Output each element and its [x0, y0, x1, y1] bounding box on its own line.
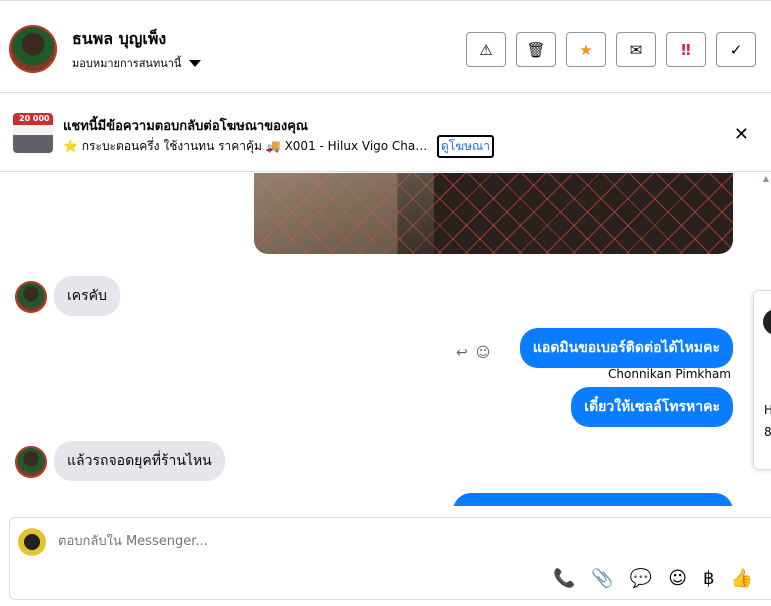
view-ad-link[interactable]: ดูโฆษณา — [437, 135, 494, 158]
sender-name: Chonnikan Pimkham — [608, 367, 731, 381]
customer-avatar[interactable] — [9, 25, 57, 73]
mark-done-button[interactable]: ✓ — [716, 32, 756, 67]
outgoing-message-partial[interactable] — [453, 493, 733, 506]
assign-label: มอบหมายการสนทนานี้ — [72, 57, 182, 70]
card-text-2: 8 — [764, 425, 771, 439]
customer-info-card[interactable]: H 8 — [753, 290, 771, 470]
saved-reply-icon[interactable]: 💬 — [630, 568, 652, 589]
like-icon[interactable]: 👍 — [730, 568, 752, 589]
customer-avatar-small[interactable] — [15, 446, 47, 478]
star-button[interactable]: ★ — [566, 32, 606, 67]
card-avatar — [763, 309, 771, 335]
page-avatar — [18, 528, 46, 556]
shared-photo[interactable] — [254, 173, 733, 254]
outgoing-message[interactable]: แอดมินขอเบอร์ติดต่อได้ไหมคะ — [519, 328, 733, 368]
star-icon: ★ — [579, 40, 593, 59]
incoming-message[interactable]: แล้วรถจอดยุคที่ร้านไหน — [54, 441, 225, 481]
close-icon[interactable]: ✕ — [734, 124, 749, 145]
reply-input[interactable] — [58, 534, 458, 549]
outgoing-message[interactable]: เดี๋ยวให้เซลล์โทรหาคะ — [571, 387, 733, 427]
assign-conversation-dropdown[interactable]: มอบหมายการสนทนานี้ — [72, 54, 202, 72]
checkmark-icon: ✓ — [729, 40, 743, 59]
reply-icon[interactable]: ↩ — [456, 345, 468, 361]
ad-description: ⭐ กระบะตอนครึ่ง ใช้งานทน ราคาคุ้ม 🚚 X001… — [63, 137, 431, 156]
card-text-1: H — [764, 403, 771, 417]
ad-thumbnail-price: 20 000 — [19, 114, 50, 123]
payment-icon[interactable]: ฿ — [703, 568, 714, 589]
customer-name[interactable]: ธนพล บุญเพ็ง — [72, 27, 166, 52]
ad-description-text: กระบะตอนครึ่ง ใช้งานทน ราคาคุ้ม — [81, 139, 262, 153]
scroll-up-arrow-icon[interactable]: ▲ — [763, 174, 769, 183]
emoji-icon[interactable]: ☺ — [668, 568, 687, 589]
star-emoji-icon: ⭐ — [63, 139, 78, 153]
react-emoji-icon[interactable]: ☺ — [476, 345, 491, 361]
conversation-header: ธนพล บุญเพ็ง มอบหมายการสนทนานี้ ⚠ 🗑 ★ ✉ … — [0, 0, 771, 93]
delete-button[interactable]: 🗑 — [516, 32, 556, 67]
mark-important-button[interactable]: ‼ — [666, 32, 706, 67]
customer-avatar-small[interactable] — [15, 281, 47, 313]
conversation-actions: ⚠ 🗑 ★ ✉ ‼ ✓ — [466, 32, 756, 67]
caret-down-icon — [189, 59, 202, 67]
ad-thumbnail[interactable]: 20 000 — [13, 113, 53, 153]
ad-description-line: ⭐ กระบะตอนครึ่ง ใช้งานทน ราคาคุ้ม 🚚 X001… — [63, 135, 494, 158]
ad-reply-banner: 20 000 แชทนี้มีข้อความตอบกลับต่อโฆษณาของ… — [0, 94, 771, 172]
mark-unread-button[interactable]: ✉ — [616, 32, 656, 67]
reply-composer: 📞 📎 💬 ☺ ฿ 👍 — [9, 517, 771, 600]
call-icon[interactable]: 📞 — [553, 568, 575, 589]
ad-banner-title: แชทนี้มีข้อความตอบกลับต่อโฆษณาของคุณ — [63, 119, 308, 134]
composer-tools: 📞 📎 💬 ☺ ฿ 👍 — [553, 568, 753, 589]
message-hover-actions: ↩ ☺ — [456, 345, 490, 361]
trash-icon: 🗑 — [526, 40, 546, 59]
attachment-icon[interactable]: 📎 — [591, 568, 613, 589]
truck-emoji-icon: 🚚 — [265, 139, 281, 153]
warning-icon: ⚠ — [479, 40, 493, 59]
mark-spam-button[interactable]: ⚠ — [466, 32, 506, 67]
message-thread[interactable]: เครคับ ↩ ☺ แอดมินขอเบอร์ติดต่อได้ไหมคะ C… — [0, 173, 771, 506]
incoming-message[interactable]: เครคับ — [54, 276, 120, 316]
important-icon: ‼ — [681, 40, 691, 59]
envelope-open-icon: ✉ — [629, 40, 643, 59]
ad-description-model: X001 - Hilux Vigo Champ Ca... — [284, 139, 431, 153]
